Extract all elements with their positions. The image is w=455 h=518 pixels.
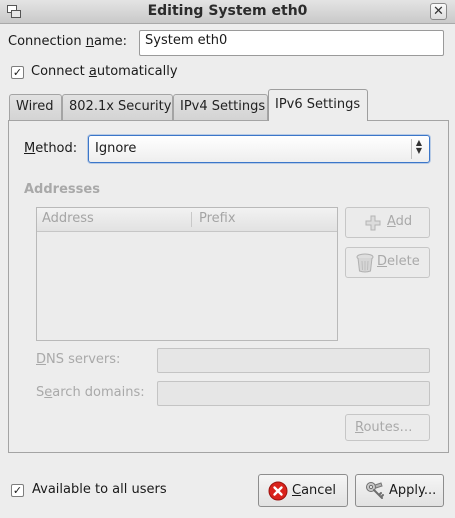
title-bar: Editing System eth0 ✕ (0, 0, 455, 24)
combo-updown-icon: ▲ ▼ (411, 139, 423, 159)
method-value: Ignore (95, 141, 137, 156)
addresses-section-title: Addresses (24, 182, 100, 197)
routes-button-label: Routes… (355, 420, 413, 435)
search-domains-label: Search domains: (36, 385, 145, 400)
search-domains-input[interactable] (157, 381, 430, 406)
apply-button[interactable]: Apply... (355, 474, 444, 507)
tab-ipv4-settings[interactable]: IPv4 Settings (173, 94, 268, 121)
close-button[interactable]: ✕ (430, 3, 447, 20)
connect-automatically-checkbox[interactable]: ✓ (11, 66, 24, 79)
keys-icon (366, 482, 384, 499)
column-separator (191, 212, 192, 227)
available-to-all-users-checkbox[interactable]: ✓ (11, 484, 24, 497)
method-select[interactable]: Ignore ▲ ▼ (88, 135, 430, 163)
apply-button-label: Apply... (389, 483, 437, 498)
close-icon: ✕ (433, 4, 444, 19)
add-address-button[interactable]: Add (345, 207, 430, 238)
delete-address-button[interactable]: Delete (345, 247, 430, 278)
connection-name-input[interactable]: System eth0 (139, 30, 444, 56)
available-to-all-users-label[interactable]: Available to all users (32, 482, 167, 497)
cancel-icon (268, 481, 288, 501)
dns-servers-label: DNS servers: (36, 352, 121, 367)
method-label: Method: (24, 141, 78, 156)
cancel-button[interactable]: Cancel (258, 474, 348, 507)
connect-automatically-label[interactable]: Connect automatically (31, 64, 178, 79)
add-button-label: Add (387, 214, 413, 229)
connection-name-label: Connection name: (8, 34, 127, 49)
addresses-table-header: Address Prefix (37, 208, 337, 232)
window-title: Editing System eth0 (147, 3, 308, 19)
column-header-address: Address (42, 211, 94, 226)
column-header-prefix: Prefix (199, 211, 236, 226)
cancel-button-label: Cancel (292, 483, 337, 498)
tab-wired[interactable]: Wired (9, 94, 62, 121)
addresses-table: Address Prefix (36, 207, 338, 341)
tab-ipv6-settings[interactable]: IPv6 Settings (268, 89, 368, 121)
routes-button[interactable]: Routes… (345, 414, 430, 441)
trash-icon (356, 253, 374, 273)
dns-servers-input[interactable] (157, 348, 430, 373)
delete-button-label: Delete (377, 254, 420, 269)
add-icon (365, 215, 381, 231)
tab-8021x-security[interactable]: 802.1x Security (62, 94, 173, 121)
